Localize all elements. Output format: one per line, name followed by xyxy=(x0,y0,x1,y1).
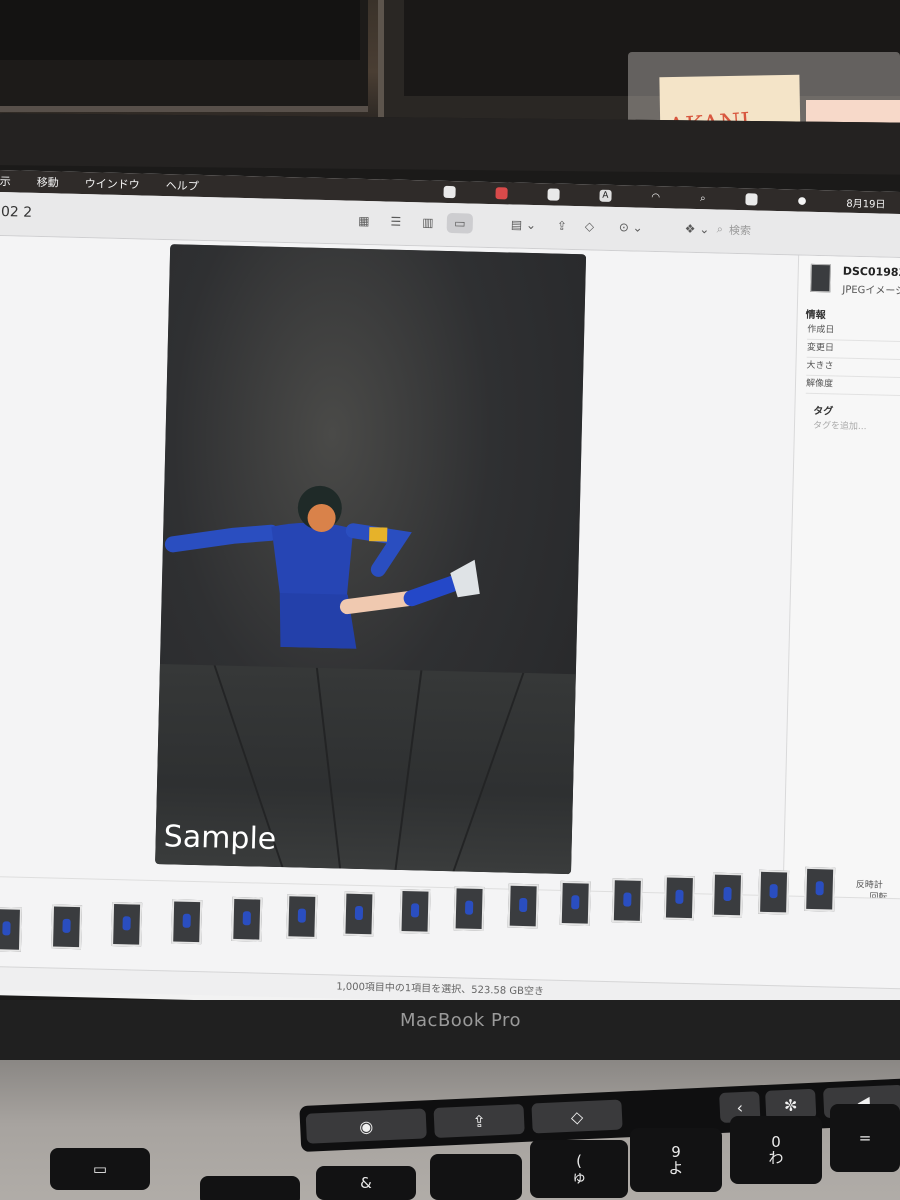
list-view-button[interactable]: ☰ xyxy=(383,211,409,232)
filmstrip-thumbnail[interactable] xyxy=(343,891,375,937)
filmstrip-thumbnail[interactable] xyxy=(507,883,539,929)
filmstrip-thumbnail[interactable] xyxy=(171,899,203,945)
input-source-icon[interactable]: A xyxy=(599,189,612,202)
file-type: JPEGイメージ xyxy=(842,284,900,298)
filmstrip-thumbnail[interactable] xyxy=(50,904,83,950)
filmstrip-thumbnail[interactable] xyxy=(804,866,836,912)
info-panel: DSC01983. JPEGイメージ 情報 作成日 変更日 大きさ 解像度 タグ… xyxy=(781,255,900,959)
laptop-bezel xyxy=(0,113,900,176)
icon-view-button[interactable]: ▦ xyxy=(351,211,377,232)
mission-control-key[interactable]: ▭ xyxy=(50,1148,150,1190)
add-tag-field[interactable]: タグを追加... xyxy=(813,418,867,432)
window-title: 02 2 xyxy=(0,204,33,221)
tag-button[interactable]: ◇ xyxy=(585,216,595,236)
tags-section-heading: タグ xyxy=(813,405,834,418)
keyboard-key-0[interactable]: 0わ xyxy=(730,1116,822,1184)
filmstrip-thumbnail[interactable] xyxy=(663,875,695,921)
info-section-heading: 情報 xyxy=(805,309,826,322)
keyboard-key-ampersand[interactable]: & xyxy=(316,1166,416,1200)
menu-item-go[interactable]: 移動 xyxy=(37,174,59,191)
group-button[interactable]: ▤ ⌄ xyxy=(511,214,537,235)
search-icon[interactable]: ⌕ xyxy=(700,193,706,204)
photo-scene: AKANI 示 移動 ウインドウ ヘルプ A ◠ ⌕ ● 8月19日 02 xyxy=(0,0,900,1200)
keyboard-key-paren[interactable]: (ゅ xyxy=(530,1140,628,1198)
background-monitor-left xyxy=(0,0,368,112)
filmstrip-thumbnail[interactable] xyxy=(0,907,22,952)
gallery-content: Sample DSC01983. JPEGイメージ 情報 作成日 変更日 大きさ… xyxy=(0,235,900,1013)
keyboard-key[interactable] xyxy=(200,1176,300,1200)
file-name: DSC01983. xyxy=(842,264,900,280)
menu-item-view[interactable]: 示 xyxy=(0,173,11,189)
menu-clock[interactable]: 8月19日 xyxy=(846,194,885,210)
view-mode-control: ▦ ☰ ▥ ▭ xyxy=(351,211,474,234)
gallery-view-button[interactable]: ▭ xyxy=(446,212,474,234)
filmstrip-thumbnail[interactable] xyxy=(611,878,643,923)
dropbox-status-icon[interactable] xyxy=(443,185,456,199)
file-thumbnail xyxy=(810,263,831,293)
share-touchbar-icon[interactable]: ⇪ xyxy=(433,1103,525,1138)
search-field[interactable]: ⌕ 検索 xyxy=(716,219,900,246)
search-field-icon: ⌕ xyxy=(716,222,724,236)
jumping-player-figure xyxy=(164,485,480,649)
keyboard-key-equals[interactable]: = xyxy=(830,1104,900,1172)
control-center-icon[interactable] xyxy=(745,193,758,206)
quick-look-touchbar-icon[interactable]: ◉ xyxy=(305,1108,427,1144)
filmstrip-thumbnail[interactable] xyxy=(453,886,485,932)
column-view-button[interactable]: ▥ xyxy=(415,212,441,233)
keyboard-key-9[interactable]: 9よ xyxy=(630,1128,722,1192)
filmstrip-thumbnail[interactable] xyxy=(559,880,591,926)
notification-icon[interactable] xyxy=(495,187,508,200)
battery-icon[interactable] xyxy=(547,188,560,201)
image-preview[interactable]: Sample xyxy=(155,244,587,875)
search-placeholder: 検索 xyxy=(728,223,752,238)
dropbox-button[interactable]: ❖ ⌄ xyxy=(685,219,710,240)
tag-touchbar-icon[interactable]: ◇ xyxy=(531,1099,623,1134)
filmstrip-thumbnail[interactable] xyxy=(231,896,263,942)
filmstrip-thumbnail[interactable] xyxy=(399,889,431,934)
info-row-resolution: 解像度 xyxy=(805,375,900,397)
filmstrip-thumbnail[interactable] xyxy=(758,869,790,915)
filmstrip-thumbnail[interactable] xyxy=(711,872,744,918)
laptop-display: 示 移動 ウインドウ ヘルプ A ◠ ⌕ ● 8月19日 02 2 ▦ ☰ ▥ xyxy=(0,170,900,1018)
share-button[interactable]: ⇪ xyxy=(557,216,568,236)
keyboard-key[interactable] xyxy=(430,1154,522,1200)
more-actions-button[interactable]: ⊙ ⌄ xyxy=(619,217,643,238)
siri-icon[interactable]: ● xyxy=(798,195,807,206)
menu-item-help[interactable]: ヘルプ xyxy=(165,177,199,194)
laptop-brand-label: MacBook Pro xyxy=(400,1010,522,1031)
wifi-icon[interactable]: ◠ xyxy=(651,191,660,202)
filmstrip-thumbnail[interactable] xyxy=(111,901,143,947)
filmstrip-thumbnail[interactable] xyxy=(286,894,318,939)
menu-item-window[interactable]: ウインドウ xyxy=(85,175,140,192)
watermark-text: Sample xyxy=(163,819,277,857)
